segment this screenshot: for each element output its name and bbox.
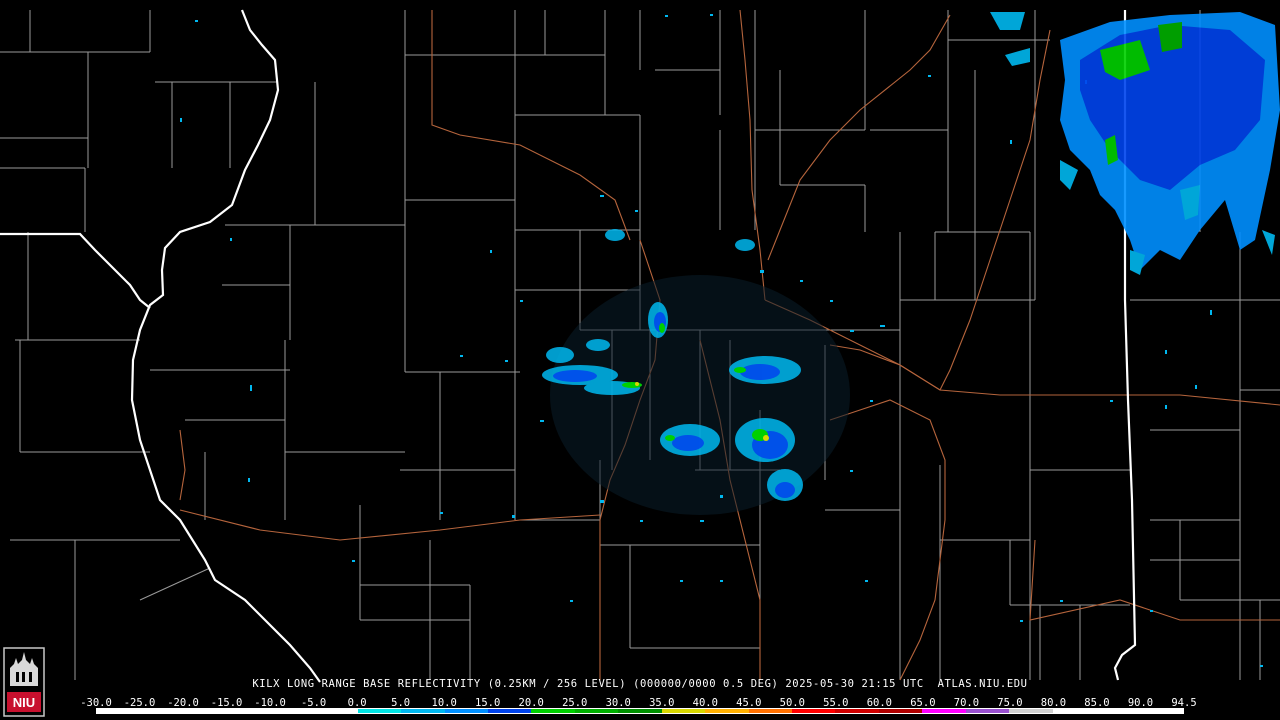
scale-swatch bbox=[227, 709, 271, 713]
scale-swatch bbox=[748, 709, 792, 713]
scale-swatch bbox=[270, 709, 315, 713]
reflectivity-color-scale bbox=[96, 708, 1184, 714]
scale-swatch bbox=[705, 709, 749, 713]
scale-swatch bbox=[401, 709, 445, 713]
scale-swatch bbox=[357, 709, 402, 713]
scale-swatch bbox=[183, 709, 228, 713]
scale-swatch bbox=[835, 709, 879, 713]
scale-swatch bbox=[878, 709, 923, 713]
scale-swatch bbox=[314, 709, 358, 713]
scale-swatch bbox=[1096, 709, 1140, 713]
radar-map bbox=[0, 0, 1280, 720]
scale-swatch bbox=[792, 709, 836, 713]
scale-swatch bbox=[922, 709, 966, 713]
radar-product-caption: KILX LONG RANGE BASE REFLECTIVITY (0.25K… bbox=[252, 678, 1028, 690]
scale-swatch bbox=[965, 709, 1010, 713]
scale-swatch bbox=[444, 709, 488, 713]
scale-swatch bbox=[661, 709, 706, 713]
scale-swatch bbox=[1052, 709, 1097, 713]
scale-swatch bbox=[140, 709, 184, 713]
scale-swatch bbox=[487, 709, 532, 713]
scale-swatch bbox=[574, 709, 619, 713]
scale-swatch bbox=[618, 709, 662, 713]
scale-swatch bbox=[531, 709, 575, 713]
scale-swatch bbox=[97, 709, 141, 713]
scale-swatch bbox=[1009, 709, 1053, 713]
niu-logo-text: NIU bbox=[13, 695, 35, 710]
scale-swatch bbox=[1139, 709, 1183, 713]
